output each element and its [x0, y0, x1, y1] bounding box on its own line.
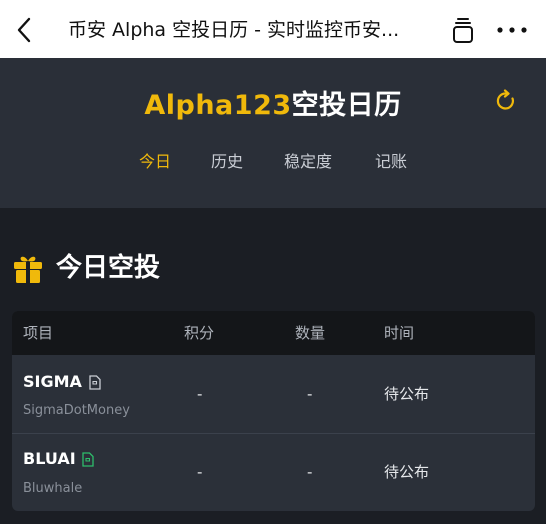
document-icon[interactable]: [89, 375, 101, 390]
column-header-quantity: 数量: [295, 324, 326, 342]
project-name: BLUAI: [23, 449, 76, 468]
table-row[interactable]: SIGMA SigmaDotMoney - - 待公布: [12, 355, 535, 433]
column-header-points: 积分: [184, 324, 215, 342]
time-value: 待公布: [384, 463, 430, 481]
more-icon[interactable]: [494, 18, 530, 42]
browser-top-bar: 币安 Alpha 空投日历 - 实时监控币安...: [0, 0, 546, 58]
app-header: Alpha123空投日历 今日 历史 稳定度 记账: [0, 58, 546, 208]
page-title: 币安 Alpha 空投日历 - 实时监控币安...: [68, 19, 400, 41]
table-row[interactable]: BLUAI Bluwhale - - 待公布: [12, 434, 535, 511]
tab-stability[interactable]: 稳定度: [284, 150, 332, 174]
time-value: 待公布: [384, 385, 430, 403]
column-header-time: 时间: [384, 324, 415, 342]
tab-bookkeeping[interactable]: 记账: [375, 150, 407, 174]
project-subtitle: Bluwhale: [23, 481, 83, 496]
tab-today[interactable]: 今日: [139, 150, 171, 174]
column-header-project: 项目: [23, 324, 54, 342]
tab-history[interactable]: 历史: [211, 150, 243, 174]
quantity-value: -: [307, 385, 313, 403]
tabs-icon[interactable]: [451, 15, 475, 45]
table-header: 项目 积分 数量 时间: [12, 311, 535, 355]
brand-title-suffix: 空投日历: [291, 90, 402, 121]
project-subtitle: SigmaDotMoney: [23, 403, 130, 418]
project-name: SIGMA: [23, 372, 82, 391]
brand-title-prefix: Alpha123: [144, 90, 292, 121]
refresh-icon[interactable]: [494, 89, 518, 113]
document-icon[interactable]: [82, 452, 94, 467]
quantity-value: -: [307, 463, 313, 481]
points-value: -: [197, 463, 203, 481]
back-chevron-icon[interactable]: [12, 16, 38, 44]
brand-title: Alpha123空投日历: [0, 88, 546, 124]
main-nav: 今日 历史 稳定度 记账: [0, 150, 546, 176]
points-value: -: [197, 385, 203, 403]
section-title: 今日空投: [56, 253, 161, 283]
airdrop-table: 项目 积分 数量 时间 SIGMA SigmaDotMoney - - 待公布 …: [12, 311, 535, 511]
gift-icon: [12, 252, 44, 284]
